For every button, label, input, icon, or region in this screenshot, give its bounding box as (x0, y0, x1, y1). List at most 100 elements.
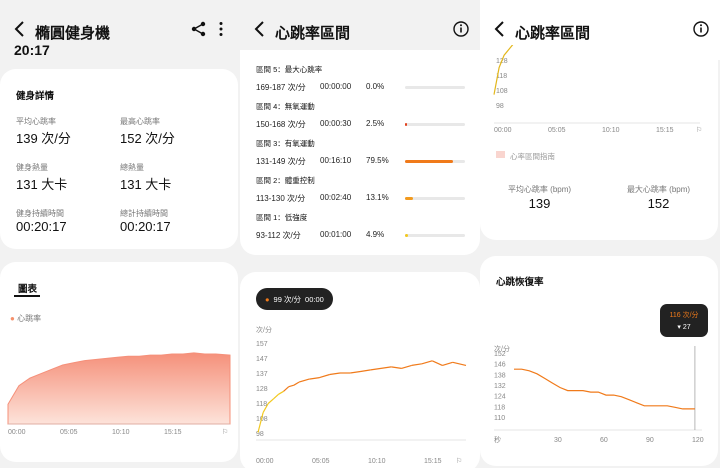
zone-percent: 13.1% (366, 193, 389, 202)
avg-hr-label: 平均心跳率 (16, 117, 56, 126)
series-segment (360, 369, 371, 373)
y-tick-label: 108 (496, 88, 508, 95)
series-segment (391, 366, 402, 369)
zone-progress-fill (405, 234, 408, 237)
workout-summary-panel: 橢圓健身機 20:17 健身詳情 平均心跳率 139 次/分 最高心跳率 152… (0, 0, 240, 468)
x-tick-label: 00:00 (494, 127, 512, 134)
series-segment (452, 361, 467, 366)
tooltip-dot-icon: ● (265, 294, 270, 304)
finish-flag-icon: ⚐ (696, 126, 702, 134)
chart-tooltip: ● 99 次/分 00:00 (256, 288, 333, 310)
chart-legend: ● 心跳率 (10, 313, 41, 324)
x-tick-label: 00:00 (8, 429, 26, 436)
x-tick-label: 120 (692, 437, 704, 444)
series-segment (411, 363, 422, 366)
series-segment (370, 367, 382, 371)
zone-progress-track (405, 123, 465, 126)
series-segment (401, 364, 412, 369)
recovery-card: 心跳恢復率 116 次/分 ▾ 27 次/分 152 146 138 132 124 11… (480, 256, 718, 466)
x-tick-label: 05:05 (548, 127, 566, 134)
zone-progress-track (405, 234, 465, 237)
heart-rate-zones-panel: 心跳率區間 區間 5：最大心跳率 169-187 次/分 00:00:00 0.0% 區… (240, 0, 480, 468)
heart-rate-mini-chart: 1281181089800:00 05:05 10:10 15:15 ⚐ (493, 45, 702, 134)
workout-details-card: 健身詳情 平均心跳率 139 次/分 最高心跳率 152 次/分 健身熱量 13… (0, 69, 238, 249)
zone-progress-track (405, 86, 465, 89)
zone-name: 區間 4：無氧運動 (256, 102, 315, 111)
zone-range: 169-187 次/分 (256, 83, 306, 92)
x-tick-label: 10:10 (368, 458, 386, 465)
x-tick-label: 05:05 (312, 458, 330, 465)
series-segment (293, 381, 300, 386)
series-segment (329, 372, 341, 376)
page-title: 心跳率區間 (275, 25, 351, 42)
y-tick-label: 118 (256, 401, 267, 408)
more-options-icon[interactable] (212, 20, 230, 38)
duration-value: 00:20:17 (16, 219, 67, 234)
total-calories-value: 131 大卡 (120, 177, 172, 192)
zones-card: 區間 5：最大心跳率 169-187 次/分 00:00:00 0.0% 區間 4：無氧… (240, 50, 480, 255)
max-hr-value: 152 (647, 196, 670, 211)
x-tick-label: 00:00 (256, 458, 274, 465)
zone-progress-track (405, 197, 465, 200)
calories-value: 131 大卡 (16, 177, 68, 192)
back-arrow-icon[interactable] (10, 19, 30, 39)
chart-tab[interactable]: 圖表 (18, 281, 37, 295)
avg-hr-value: 139 (528, 196, 551, 211)
page-title: 心跳率區間 (515, 25, 591, 42)
share-icon[interactable] (190, 20, 208, 38)
series-segment (283, 386, 290, 392)
x-tick-label: 15:15 (656, 127, 674, 134)
zone-percent: 0.0% (366, 82, 385, 91)
zone-name: 區間 3：有氧運動 (256, 139, 315, 148)
zone-name: 區間 5：最大心跳率 (256, 65, 323, 74)
total-duration-value: 00:20:17 (120, 219, 171, 234)
series-segment (272, 393, 279, 400)
down-arrow-icon: ▾ (677, 324, 681, 331)
recovery-line-chart: 152 146 138 132 124 118 110 秒 30 60 90 120 (494, 346, 704, 444)
zone-guide-label: 心率區間指南 (510, 152, 555, 161)
y-tick-label: 128 (256, 386, 268, 393)
avg-hr-value: 139 次/分 (16, 131, 71, 146)
y-tick-label: 124 (494, 394, 506, 401)
series-segment (288, 384, 295, 388)
zone-progress-fill (405, 197, 413, 200)
series-segment (350, 370, 361, 374)
y-tick-label: 110 (494, 415, 505, 422)
y-tick-label: 98 (256, 431, 264, 438)
zone-time: 00:00:00 (320, 82, 352, 91)
back-arrow-icon[interactable] (490, 19, 510, 39)
series-segment (380, 366, 392, 369)
series-segment (309, 377, 320, 380)
info-icon[interactable] (692, 20, 710, 38)
chart-tab-underline (14, 295, 40, 297)
max-hr-label: 最高心跳率 (120, 117, 160, 126)
zone-percent: 2.5% (366, 119, 385, 128)
total-calories-label: 總熱量 (120, 163, 144, 172)
y-tick-label: 137 (256, 371, 268, 378)
clipped-time-text: 20:17 (14, 42, 50, 58)
recovery-tooltip-value: 116 次/分 (669, 312, 699, 319)
max-hr-value: 152 次/分 (120, 131, 175, 146)
y-tick-label: 147 (256, 356, 268, 363)
chart-card: 圖表 ● 心跳率 00:00 05:05 10:10 15:15 ⚐ (0, 262, 238, 462)
x-tick-label: 30 (554, 437, 562, 444)
info-icon[interactable] (452, 20, 470, 38)
x-tick-label: 15:15 (164, 429, 182, 436)
zone-time: 00:01:00 (320, 230, 352, 239)
zone-time: 00:16:10 (320, 156, 352, 165)
series-segment (267, 398, 274, 404)
details-heading: 健身詳情 (16, 91, 55, 102)
heart-rate-line-chart: 1571471371281181089800:0005:0510:1015:15… (256, 341, 467, 465)
back-arrow-icon[interactable] (250, 19, 270, 39)
series-segment (319, 373, 330, 379)
series-segment (298, 378, 310, 383)
calories-label: 健身熱量 (16, 163, 48, 172)
zone-progress-fill (405, 160, 453, 163)
recovery-tooltip: 116 次/分 ▾ 27 (660, 304, 708, 337)
series-segment (431, 360, 443, 366)
zone-guide-swatch-icon (496, 151, 505, 158)
hr-line-chart-card: ● 99 次/分 00:00 次/分 157147137128118108980… (240, 272, 480, 468)
avg-hr-label: 平均心跳率 (bpm) (507, 185, 572, 194)
heart-rate-area-chart: 00:00 05:05 10:10 15:15 ⚐ (7, 352, 231, 436)
y-tick-label: 138 (494, 372, 506, 379)
